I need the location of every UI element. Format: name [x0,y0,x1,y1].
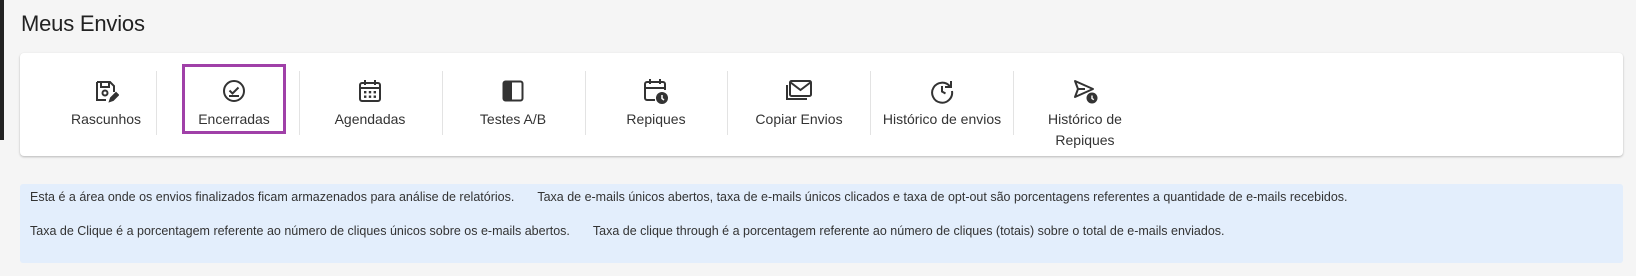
send-clock-icon [1070,77,1100,105]
info-line: Taxa de Clique é a porcentagem referente… [30,224,1225,238]
tab-agendadas[interactable]: Agendadas [295,53,445,156]
info-box: Esta é a área onde os envios finalizados… [20,184,1623,263]
info-line: Esta é a área onde os envios finalizados… [30,190,1348,204]
tab-testes-ab[interactable]: Testes A/B [438,53,588,156]
tab-label: Testes A/B [479,111,547,127]
tab-label: Histórico de Repiques [1048,111,1122,148]
tab-label: Rascunhos [70,111,142,127]
tab-historico-repiques[interactable]: Histórico de Repiques [1010,53,1160,156]
split-square-icon [498,77,528,105]
tab-label: Copiar Envios [755,111,843,127]
tab-copiar-envios[interactable]: Copiar Envios [724,53,874,156]
calendar-icon [355,77,385,105]
window-edge [0,0,4,140]
info-text: Taxa de Clique é a porcentagem referente… [30,224,570,238]
history-icon [927,77,957,105]
page-title: Meus Envios [21,11,145,36]
mail-copy-icon [784,77,814,105]
info-text: Taxa de e-mails únicos abertos, taxa de … [537,190,1348,204]
tab-label: Repiques [626,111,686,127]
divider [156,71,157,135]
calendar-clock-icon [641,77,671,105]
info-text: Taxa de clique through é a porcentagem r… [592,224,1225,238]
draft-save-edit-icon [91,77,121,105]
tab-label: Agendadas [334,111,406,127]
tabs-card: Rascunhos Encerradas Agendadas Testes A/… [20,53,1623,156]
tab-label: Histórico de envios [882,111,1002,127]
info-text: Esta é a área onde os envios finalizados… [30,190,515,204]
selected-tab-outline [182,64,286,134]
tab-repiques[interactable]: Repiques [581,53,731,156]
tab-historico-envios[interactable]: Histórico de envios [867,53,1017,156]
